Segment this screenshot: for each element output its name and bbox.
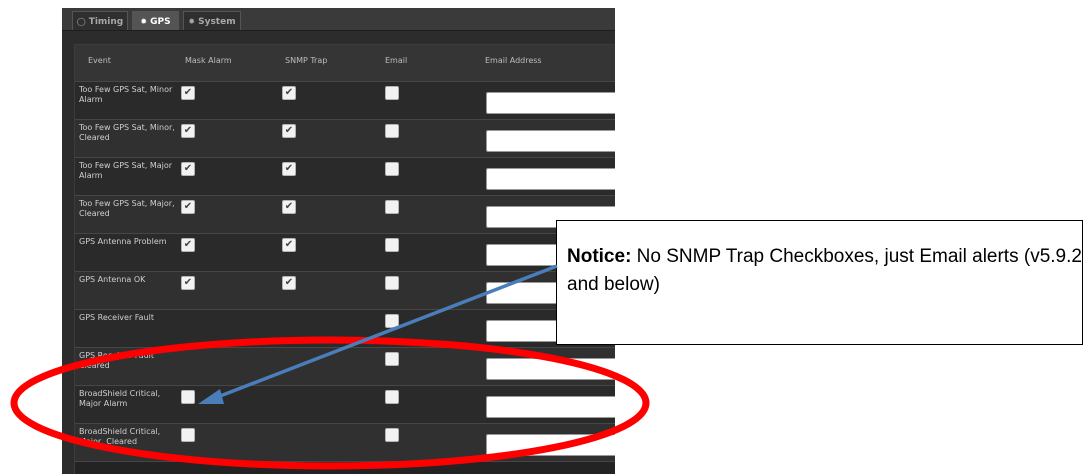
- highlight-ellipse: [10, 336, 650, 470]
- annotation-overlay: [10, 264, 650, 470]
- arrow-head: [198, 389, 224, 404]
- notice-arrow: [214, 264, 558, 400]
